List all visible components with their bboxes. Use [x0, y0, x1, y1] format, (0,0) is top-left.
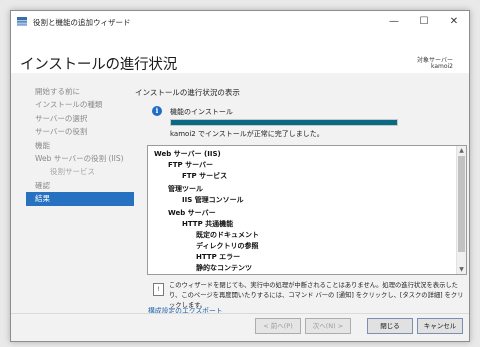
nav-item-server-selection[interactable]: サーバーの選択: [26, 112, 134, 125]
feature-installation-label: 機能のインストール: [170, 108, 233, 116]
tree-item: Web サーバー (IIS): [154, 150, 221, 158]
info-icon: i: [152, 106, 162, 116]
scroll-down-arrow-icon[interactable]: ▼: [457, 265, 466, 274]
nav-item-role-services[interactable]: 役割サービス: [26, 165, 134, 178]
tree-item: IIS 管理コンソール: [182, 196, 244, 204]
nav-item-features[interactable]: 機能: [26, 139, 134, 152]
cancel-button[interactable]: キャンセル: [417, 318, 463, 334]
list-scrollbar[interactable]: ▲ ▼: [456, 146, 466, 274]
scroll-up-arrow-icon[interactable]: ▲: [457, 146, 466, 155]
tree-item: 既定のドキュメント: [196, 231, 259, 239]
nav-item-results[interactable]: 結果: [26, 192, 134, 206]
section-label: インストールの進行状況の表示: [135, 88, 240, 97]
tree-item: ディレクトリの参照: [196, 242, 259, 250]
server-manager-icon: [17, 17, 27, 26]
close-button[interactable]: 閉じる: [367, 318, 413, 334]
progress-bar: [170, 119, 398, 126]
nav-item-installation-type[interactable]: インストールの種類: [26, 98, 134, 111]
tree-item: 管理ツール: [168, 185, 203, 193]
back-button[interactable]: < 前へ(P): [255, 318, 301, 334]
window-title: 役割と機能の追加ウィザード: [33, 18, 131, 27]
tree-item: 静的なコンテンツ: [196, 264, 252, 272]
page-title: インストールの進行状況: [20, 57, 178, 73]
tree-item: Web サーバー: [168, 209, 216, 217]
minimize-button[interactable]: —: [379, 11, 409, 33]
scroll-thumb[interactable]: [458, 156, 465, 252]
note-icon: !: [153, 283, 164, 296]
tree-item: FTP サービス: [182, 172, 228, 180]
maximize-button[interactable]: ☐: [409, 11, 439, 33]
title-bar: 役割と機能の追加ウィザード — ☐ ✕: [11, 11, 469, 33]
tree-item: FTP サーバー: [168, 161, 214, 169]
progress-fill: [171, 120, 397, 125]
tree-item: HTTP エラー: [196, 253, 241, 261]
nav-item-server-roles[interactable]: サーバーの役割: [26, 125, 134, 138]
tree-item: HTTP 共通機能: [182, 220, 234, 228]
wizard-nav: 開始する前に インストールの種類 サーバーの選択 サーバーの役割 機能 Web …: [26, 85, 134, 206]
wizard-header: インストールの進行状況 対象サーバー kamoi2: [11, 33, 469, 73]
status-text: kamoi2 でインストールが正常に完了しました。: [170, 130, 324, 138]
nav-item-web-server-role[interactable]: Web サーバーの役割 (IIS): [26, 152, 134, 165]
installed-features-list[interactable]: Web サーバー (IIS) FTP サーバー FTP サービス 管理ツール I…: [147, 145, 467, 275]
close-window-button[interactable]: ✕: [439, 11, 469, 33]
nav-item-confirmation[interactable]: 確認: [26, 179, 134, 192]
nav-item-before-you-begin[interactable]: 開始する前に: [26, 85, 134, 98]
next-button[interactable]: 次へ(N) >: [305, 318, 351, 334]
target-server-value: kamoi2: [430, 63, 453, 70]
footer-divider: [11, 313, 469, 314]
wizard-window: 役割と機能の追加ウィザード — ☐ ✕ インストールの進行状況 対象サーバー k…: [10, 10, 470, 342]
